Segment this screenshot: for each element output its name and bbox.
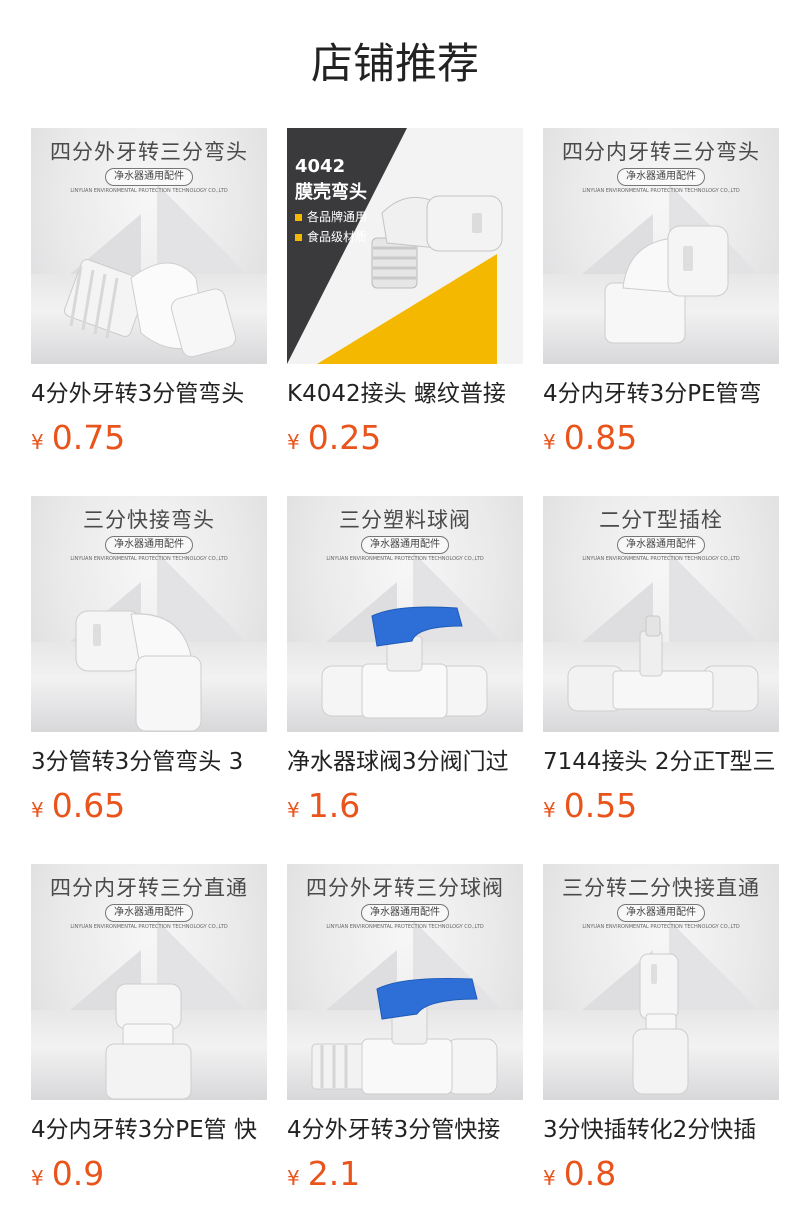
currency-symbol: ¥ (31, 430, 44, 454)
price-value: 0.9 (51, 1154, 105, 1193)
currency-symbol: ¥ (31, 1166, 44, 1190)
tee-plug-icon (567, 615, 759, 712)
product-name[interactable]: 4分内牙转3分PE管 快 (31, 1114, 267, 1146)
product-image[interactable]: 三分快接弯头 净水器通用配件 LINYUAN ENVIRONMENTAL PRO… (31, 496, 267, 732)
currency-symbol: ¥ (543, 1166, 556, 1190)
page-title: 店铺推荐 (310, 39, 479, 88)
product-price: ¥1.6 (287, 786, 360, 832)
price-value: 1.6 (307, 786, 361, 825)
currency-symbol: ¥ (543, 798, 556, 822)
ball-valve-icon (311, 977, 498, 1095)
product-price: ¥0.75 (31, 418, 125, 464)
product-image[interactable]: 三分塑料球阀 净水器通用配件 LINYUAN ENVIRONMENTAL PRO… (287, 496, 523, 732)
currency-symbol: ¥ (287, 430, 300, 454)
currency-symbol: ¥ (31, 798, 44, 822)
price-value: 0.75 (51, 418, 126, 457)
product-image[interactable]: 二分T型插栓 净水器通用配件 LINYUAN ENVIRONMENTAL PRO… (543, 496, 779, 732)
currency-symbol: ¥ (287, 798, 300, 822)
price-value: 2.1 (307, 1154, 361, 1193)
product-image[interactable]: 四分内牙转三分直通 净水器通用配件 LINYUAN ENVIRONMENTAL … (31, 864, 267, 1100)
product-name[interactable]: K4042接头 螺纹普接 (287, 378, 523, 410)
product-name[interactable]: 4分内牙转3分PE管弯 (543, 378, 779, 410)
price-value: 0.8 (563, 1154, 617, 1193)
product-price: ¥0.55 (543, 786, 637, 832)
elbow-fitting-icon (64, 259, 237, 358)
price-value: 0.55 (563, 786, 638, 825)
product-price: ¥0.85 (543, 418, 637, 464)
price-value: 0.85 (563, 418, 638, 457)
product-name[interactable]: 4分外牙转3分管快接 (287, 1114, 523, 1146)
product-price: ¥2.1 (287, 1154, 360, 1200)
price-value: 0.25 (307, 418, 382, 457)
product-name[interactable]: 净水器球阀3分阀门过 (287, 746, 523, 778)
product-image[interactable]: 四分内牙转三分弯头 净水器通用配件 LINYUAN ENVIRONMENTAL … (543, 128, 779, 364)
ball-valve-icon (321, 606, 488, 719)
product-image[interactable]: 三分转二分快接直通 净水器通用配件 LINYUAN ENVIRONMENTAL … (543, 864, 779, 1100)
product-image[interactable]: 四分外牙转三分球阀 净水器通用配件 LINYUAN ENVIRONMENTAL … (287, 864, 523, 1100)
product-image[interactable]: 四分外牙转三分弯头 净水器通用配件 LINYUAN ENVIRONMENTAL … (31, 128, 267, 364)
elbow-fitting-icon (75, 610, 202, 732)
product-name[interactable]: 7144接头 2分正T型三 (543, 746, 779, 778)
product-price: ¥0.9 (31, 1154, 104, 1200)
straight-connector-icon (105, 983, 192, 1100)
currency-symbol: ¥ (543, 430, 556, 454)
product-price: ¥0.8 (543, 1154, 616, 1200)
product-name[interactable]: 3分快插转化2分快插 (543, 1114, 779, 1146)
currency-symbol: ¥ (287, 1166, 300, 1190)
straight-connector-icon (632, 953, 689, 1095)
price-value: 0.65 (51, 786, 126, 825)
product-price: ¥0.65 (31, 786, 125, 832)
product-price: ¥0.25 (287, 418, 381, 464)
elbow-fitting-icon (604, 225, 729, 344)
product-name[interactable]: 3分管转3分管弯头 3 (31, 746, 267, 778)
elbow-fitting-icon (371, 195, 503, 289)
product-name[interactable]: 4分外牙转3分管弯头 (31, 378, 267, 410)
product-image[interactable]: 4042 膜壳弯头 各品牌通用 食品级材质 (287, 128, 523, 364)
